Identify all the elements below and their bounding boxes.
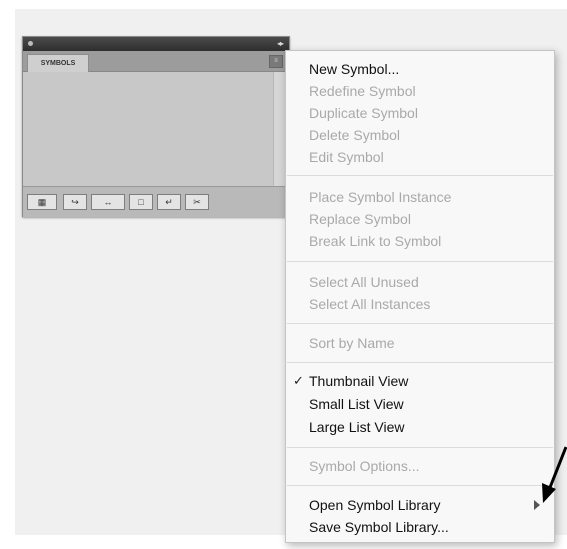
menu-item-open-symbol-library[interactable]: Open Symbol Library — [309, 494, 544, 516]
symbols-list-area[interactable] — [23, 72, 289, 186]
menu-item-break-link: Break Link to Symbol — [309, 233, 442, 249]
menu-item-place-symbol-instance: Place Symbol Instance — [309, 189, 452, 205]
break-link-button[interactable]: ↔ — [91, 194, 125, 210]
menu-item-new-symbol[interactable]: New Symbol... — [309, 58, 544, 80]
menu-item-sort-by-name: Sort by Name — [309, 335, 395, 351]
symbols-panel-flyout-menu: New Symbol... Redefine Symbol Duplicate … — [285, 50, 555, 543]
symbols-panel: ◂▸ SYMBOLS ≡ ▦ ↪ ↔ □ ↵ ✂ — [22, 36, 290, 217]
delete-symbol-button[interactable]: ✂ — [185, 194, 209, 210]
menu-separator — [287, 175, 553, 176]
menu-item-save-symbol-library[interactable]: Save Symbol Library... — [309, 516, 544, 538]
checkmark-icon: ✓ — [293, 373, 304, 388]
annotation-arrow-icon — [542, 446, 567, 503]
menu-separator — [287, 362, 553, 363]
menu-item-label: Thumbnail View — [309, 373, 409, 389]
panel-footer: ▦ ↪ ↔ □ ↵ ✂ — [23, 186, 289, 217]
menu-item-symbol-options: Symbol Options... — [309, 458, 420, 474]
menu-item-duplicate-symbol: Duplicate Symbol — [309, 105, 418, 121]
menu-item-delete-symbol: Delete Symbol — [309, 127, 401, 143]
panel-menu-button[interactable]: ≡ — [269, 55, 283, 68]
menu-item-edit-symbol: Edit Symbol — [309, 149, 384, 165]
symbol-options-button[interactable]: □ — [129, 194, 153, 210]
panel-titlebar[interactable]: ◂▸ — [23, 37, 289, 51]
symbol-libraries-menu-button[interactable]: ▦ — [27, 194, 57, 210]
close-panel-icon[interactable] — [28, 41, 33, 46]
menu-separator — [287, 485, 553, 486]
menu-item-select-all-instances: Select All Instances — [309, 296, 431, 312]
place-symbol-instance-button[interactable]: ↪ — [63, 194, 87, 210]
menu-separator — [287, 323, 553, 324]
menu-separator — [287, 447, 553, 448]
menu-separator — [287, 261, 553, 262]
collapse-panel-icon[interactable]: ◂▸ — [277, 40, 284, 48]
new-symbol-button[interactable]: ↵ — [157, 194, 181, 210]
menu-item-large-list-view[interactable]: Large List View — [309, 416, 544, 438]
menu-item-thumbnail-view[interactable]: ✓ Thumbnail View — [293, 370, 544, 392]
menu-item-replace-symbol: Replace Symbol — [309, 211, 411, 227]
panel-tab-row: SYMBOLS ≡ — [23, 51, 289, 72]
tab-symbols[interactable]: SYMBOLS — [27, 54, 89, 72]
menu-item-redefine-symbol: Redefine Symbol — [309, 83, 416, 99]
menu-item-select-all-unused: Select All Unused — [309, 274, 419, 290]
menu-item-label: Open Symbol Library — [309, 497, 441, 513]
menu-item-small-list-view[interactable]: Small List View — [309, 393, 544, 415]
